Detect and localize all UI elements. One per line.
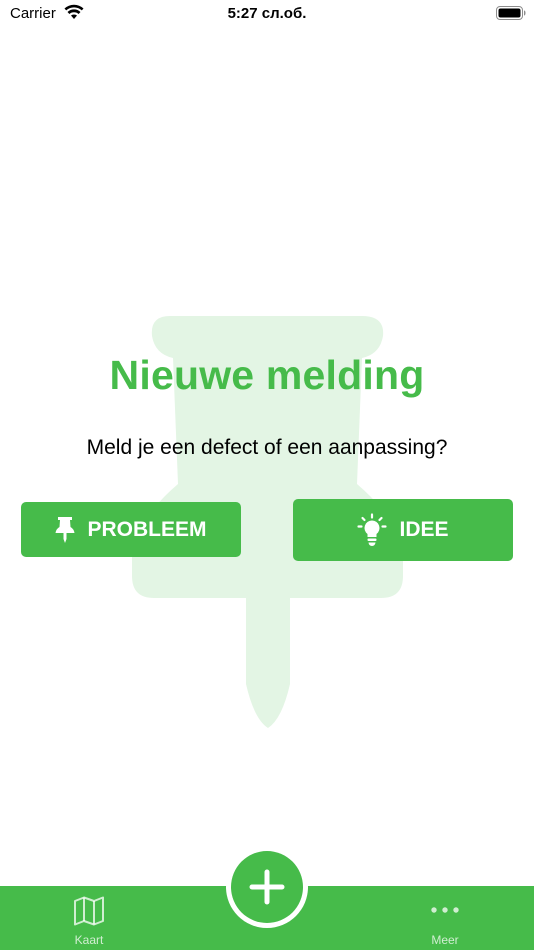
plus-icon [249, 869, 285, 905]
tab-meer-label: Meer [431, 933, 459, 947]
add-button-circle [231, 851, 303, 923]
tab-meer[interactable]: Meer [395, 886, 495, 950]
battery-icon [496, 6, 526, 20]
probleem-button[interactable]: PROBLEEM [21, 502, 241, 557]
page-subtitle: Meld je een defect of een aanpassing? [86, 436, 448, 459]
lightbulb-icon [357, 513, 388, 546]
more-icon [431, 907, 459, 913]
probleem-button-label: PROBLEEM [87, 517, 207, 541]
page-title: Nieuwe melding [109, 352, 425, 398]
add-button[interactable] [226, 846, 308, 928]
tab-kaart-label: Kaart [74, 933, 104, 947]
clock: 5:27 сл.об. [227, 5, 307, 22]
idee-button[interactable]: IDEE [293, 499, 513, 561]
tab-kaart[interactable]: Kaart [39, 886, 139, 950]
status-bar: Carrier 5:27 сл.об. [0, 0, 534, 30]
pushpin-icon [55, 516, 75, 543]
idee-button-label: IDEE [399, 518, 449, 541]
map-icon [74, 896, 104, 926]
